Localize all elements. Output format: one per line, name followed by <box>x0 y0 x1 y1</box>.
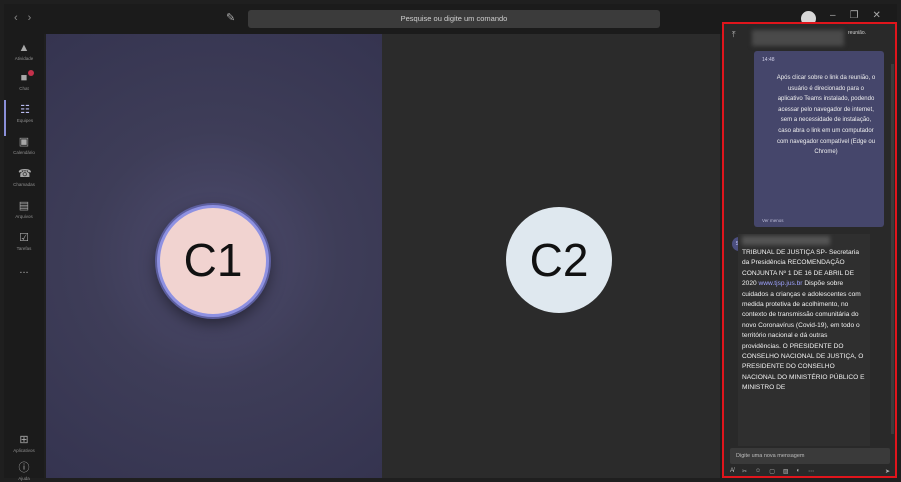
rail-label: Atividade <box>14 56 34 61</box>
rail-item-files[interactable]: ▤ Arquivos <box>4 196 44 232</box>
compose-icon[interactable]: ✎ <box>226 11 240 25</box>
more-icon: ... <box>19 264 29 276</box>
phone-icon: ☎ <box>18 168 32 180</box>
rail-item-teams[interactable]: ☷ Equipes <box>4 100 44 136</box>
file-icon: ▤ <box>18 200 30 212</box>
meeting-chat-panel: ⤒ reunião. 14:48 Após clicar sobre o lin… <box>722 22 897 478</box>
close-icon[interactable]: ✕ <box>873 10 881 21</box>
rail-label: Equipes <box>16 118 34 123</box>
rail-label: Ajuda <box>18 476 30 481</box>
participant-tile-right[interactable]: C2 <box>382 34 720 478</box>
rail-item-tasks[interactable]: ☑ Tarefas <box>4 228 44 264</box>
more-apps-button[interactable]: ... <box>4 260 44 296</box>
emoji-icon[interactable]: ☺ <box>755 468 761 476</box>
message-text: Dispõe sobre cuidados a crianças e adole… <box>742 280 865 392</box>
compose-toolbar: A̸ ✂ ☺ ▢ ▨ ◐ ⋯ ➤ <box>730 468 890 476</box>
message-timestamp: 14:48 <box>762 57 775 63</box>
bell-icon: ▲ <box>18 42 30 54</box>
participant-tile-left[interactable]: C1 <box>46 34 382 478</box>
redacted-sender <box>742 236 830 245</box>
redacted-text <box>752 30 844 46</box>
apps-icon: ⊞ <box>19 434 29 446</box>
collapse-icon[interactable]: ⤒ <box>732 30 736 40</box>
rail-item-chat[interactable]: ■ Chat <box>4 68 44 104</box>
help-icon: ⓘ <box>18 462 30 474</box>
rail-label: Chamadas <box>13 182 35 187</box>
message-body: Após clicar sobre o link da reunião, o u… <box>776 75 876 156</box>
message-link[interactable]: www.tjsp.jus.br <box>759 280 803 287</box>
meet-icon[interactable]: ◐ <box>797 468 801 476</box>
chat-header: ⤒ reunião. <box>730 30 890 48</box>
chat-message-other[interactable]: TRIBUNAL DE JUSTIÇA SP- Secretaria da Pr… <box>738 234 870 446</box>
chat-message-own[interactable]: 14:48 Após clicar sobre o link da reuniã… <box>754 51 884 227</box>
rail-item-calendar[interactable]: ▣ Calendário <box>4 132 44 168</box>
participant-avatar: C1 <box>157 205 269 317</box>
chat-header-text: reunião. <box>848 30 867 36</box>
teams-icon: ☷ <box>20 104 30 116</box>
tasks-icon: ☑ <box>19 232 29 244</box>
app-rail: ▲ Atividade ■ Chat ☷ Equipes ▣ Calendári… <box>4 34 44 481</box>
rail-item-calls[interactable]: ☎ Chamadas <box>4 164 44 200</box>
chat-scrollbar[interactable] <box>891 64 894 434</box>
sticker-icon[interactable]: ▨ <box>783 468 789 476</box>
navigation-arrows: ‹ › <box>14 12 31 24</box>
minimize-icon[interactable]: – <box>830 10 836 21</box>
chevron-right-icon[interactable]: › <box>28 12 32 24</box>
window-controls: – ❐ ✕ <box>830 10 881 21</box>
rail-label: Calendário <box>13 150 35 155</box>
see-less-link[interactable]: Ver menos <box>762 218 784 223</box>
message-input[interactable]: Digite uma nova mensagem <box>730 448 890 464</box>
rail-item-help[interactable]: ⓘ Ajuda <box>4 458 44 482</box>
message-body: TRIBUNAL DE JUSTIÇA SP- Secretaria da Pr… <box>742 248 866 394</box>
more-icon[interactable]: ⋯ <box>808 468 814 476</box>
rail-label: Chat <box>19 86 29 91</box>
restore-icon[interactable]: ❐ <box>850 10 859 21</box>
rail-label: Tarefas <box>16 246 32 251</box>
participant-avatar: C2 <box>506 207 612 313</box>
search-input[interactable]: Pesquise ou digite um comando <box>248 10 660 28</box>
chevron-left-icon[interactable]: ‹ <box>14 12 18 24</box>
rail-label: Arquivos <box>15 214 33 219</box>
notification-badge <box>28 70 34 76</box>
gif-icon[interactable]: ▢ <box>769 468 775 476</box>
format-icon[interactable]: A̸ <box>730 468 734 476</box>
attach-icon[interactable]: ✂ <box>742 468 747 476</box>
rail-label: Aplicativos <box>13 448 35 453</box>
calendar-icon: ▣ <box>18 136 30 148</box>
send-icon[interactable]: ➤ <box>885 468 890 476</box>
